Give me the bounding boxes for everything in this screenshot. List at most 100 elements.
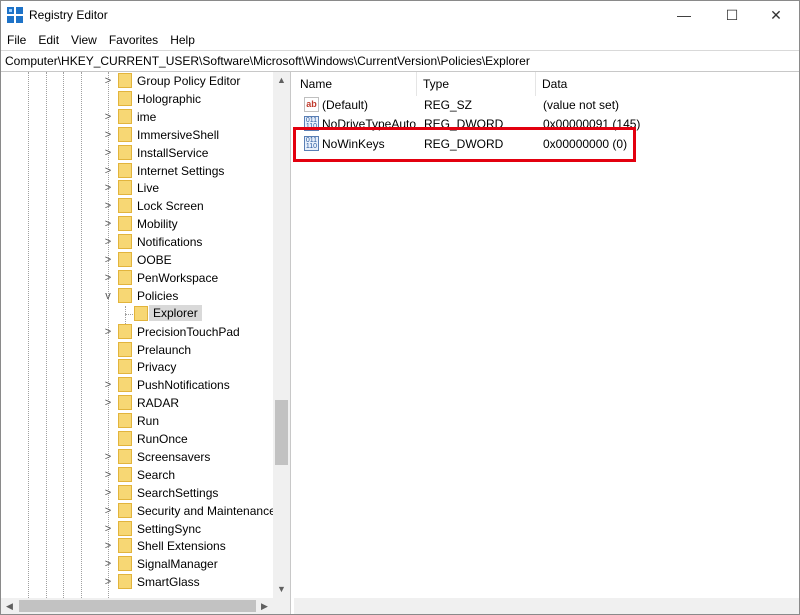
title-bar: Registry Editor — ☐ ✕ bbox=[1, 1, 799, 29]
tree-vertical-scrollbar[interactable]: ▲ ▼ bbox=[273, 72, 290, 598]
address-bar[interactable]: Computer\HKEY_CURRENT_USER\Software\Micr… bbox=[1, 50, 799, 72]
column-header-type[interactable]: Type bbox=[417, 72, 536, 96]
window-title: Registry Editor bbox=[29, 8, 108, 22]
folder-icon bbox=[118, 234, 132, 250]
chevron-right-icon[interactable]: > bbox=[103, 576, 113, 588]
chevron-right-icon[interactable]: > bbox=[103, 505, 113, 517]
tree-item[interactable]: Privacy bbox=[1, 358, 273, 376]
chevron-right-icon[interactable]: > bbox=[103, 397, 113, 409]
tree-item[interactable]: RunOnce bbox=[1, 430, 273, 448]
tree-item[interactable]: Explorer bbox=[1, 304, 273, 323]
tree-item[interactable]: > Live bbox=[1, 179, 273, 197]
tree-item[interactable]: > PushNotifications bbox=[1, 376, 273, 394]
tree-item[interactable]: Holographic bbox=[1, 90, 273, 108]
value-data: (value not set) bbox=[543, 98, 620, 112]
scroll-right-icon[interactable]: ▶ bbox=[256, 598, 273, 614]
tree-item-label: SmartGlass bbox=[137, 575, 200, 590]
tree-item[interactable]: > Search bbox=[1, 466, 273, 484]
tree-item[interactable]: > Internet Settings bbox=[1, 162, 273, 180]
column-header-name[interactable]: Name bbox=[294, 72, 417, 96]
chevron-right-icon[interactable]: > bbox=[103, 326, 113, 338]
maximize-button[interactable]: ☐ bbox=[709, 1, 755, 29]
tree-item[interactable]: > Lock Screen bbox=[1, 197, 273, 215]
chevron-right-icon[interactable]: > bbox=[103, 218, 113, 230]
chevron-right-icon[interactable]: > bbox=[103, 487, 113, 499]
chevron-right-icon[interactable]: > bbox=[103, 75, 113, 87]
folder-icon bbox=[118, 431, 132, 446]
tree-scroll-thumb[interactable] bbox=[275, 400, 288, 465]
tree-item[interactable]: > Mobility bbox=[1, 215, 273, 233]
tree-item[interactable]: Run bbox=[1, 412, 273, 430]
scroll-up-icon[interactable]: ▲ bbox=[273, 72, 290, 89]
tree-item[interactable]: > SignalManager bbox=[1, 555, 273, 573]
chevron-right-icon[interactable]: > bbox=[103, 523, 113, 535]
tree-item-label: Screensavers bbox=[137, 449, 211, 464]
tree-item[interactable]: > SmartGlass bbox=[1, 573, 273, 591]
scroll-down-icon[interactable]: ▼ bbox=[273, 581, 290, 598]
list-horizontal-scrollbar[interactable] bbox=[294, 598, 799, 614]
registry-editor-icon bbox=[7, 7, 23, 23]
folder-icon bbox=[118, 484, 132, 500]
tree-item[interactable]: > SettingSync bbox=[1, 520, 273, 538]
chevron-right-icon[interactable]: > bbox=[103, 200, 113, 212]
chevron-right-icon[interactable]: > bbox=[103, 558, 113, 570]
tree-item[interactable]: > Shell Extensions bbox=[1, 537, 273, 555]
chevron-right-icon[interactable]: > bbox=[103, 147, 113, 159]
chevron-right-icon[interactable]: > bbox=[103, 379, 113, 391]
chevron-right-icon[interactable]: > bbox=[103, 272, 113, 284]
tree-item-label: Mobility bbox=[137, 217, 178, 232]
chevron-right-icon[interactable]: > bbox=[103, 540, 113, 552]
tree-hscroll-thumb[interactable] bbox=[19, 600, 256, 612]
tree-item[interactable]: > PenWorkspace bbox=[1, 269, 273, 287]
tree-item[interactable]: > ImmersiveShell bbox=[1, 126, 273, 144]
chevron-right-icon[interactable]: > bbox=[103, 182, 113, 194]
tree-item[interactable]: > Notifications bbox=[1, 233, 273, 251]
menu-favorites[interactable]: Favorites bbox=[103, 29, 164, 49]
address-path[interactable]: Computer\HKEY_CURRENT_USER\Software\Micr… bbox=[5, 54, 530, 68]
chevron-down-icon[interactable]: v bbox=[103, 290, 113, 302]
tree-item[interactable]: > PrecisionTouchPad bbox=[1, 323, 273, 341]
tree-item[interactable]: > Group Policy Editor bbox=[1, 72, 273, 90]
tree-item[interactable]: > ime bbox=[1, 108, 273, 126]
tree-item[interactable]: v Policies bbox=[1, 287, 273, 305]
column-header-data[interactable]: Data bbox=[536, 72, 799, 96]
tree-item[interactable]: > SearchSettings bbox=[1, 484, 273, 502]
menu-help[interactable]: Help bbox=[164, 29, 201, 49]
chevron-right-icon[interactable]: > bbox=[103, 451, 113, 463]
value-type: REG_SZ bbox=[424, 98, 473, 112]
menu-file[interactable]: File bbox=[1, 29, 32, 49]
minimize-button[interactable]: — bbox=[661, 1, 707, 29]
tree-horizontal-scrollbar[interactable]: ◀ ▶ bbox=[1, 598, 290, 614]
chevron-right-icon[interactable]: > bbox=[103, 111, 113, 123]
key-tree-pane: > Group Policy Editor Holographic > ime > Imme… bbox=[1, 72, 291, 614]
string-value-icon: ab bbox=[304, 97, 319, 112]
tree-item-label: PenWorkspace bbox=[137, 270, 219, 285]
folder-icon bbox=[118, 126, 132, 142]
menu-edit[interactable]: Edit bbox=[32, 29, 65, 49]
tree-item[interactable]: Prelaunch bbox=[1, 341, 273, 359]
scroll-left-icon[interactable]: ◀ bbox=[1, 598, 18, 614]
value-row[interactable]: ab (Default) REG_SZ (value not set) bbox=[294, 96, 799, 115]
chevron-right-icon[interactable]: > bbox=[103, 254, 113, 266]
chevron-right-icon[interactable]: > bbox=[103, 469, 113, 481]
tree-item[interactable]: > Security and Maintenance bbox=[1, 502, 276, 520]
tree-item-label: Policies bbox=[137, 288, 179, 303]
close-button[interactable]: ✕ bbox=[753, 1, 799, 29]
chevron-right-icon[interactable]: > bbox=[103, 165, 113, 177]
tree-item-label: Live bbox=[137, 181, 160, 196]
tree-item[interactable]: > RADAR bbox=[1, 394, 273, 412]
tree-item-label: ime bbox=[137, 109, 157, 124]
value-name: (Default) bbox=[322, 98, 369, 112]
tree-item[interactable]: > InstallService bbox=[1, 144, 273, 162]
menu-view[interactable]: View bbox=[65, 29, 103, 49]
folder-icon bbox=[118, 556, 132, 572]
chevron-right-icon[interactable]: > bbox=[103, 129, 113, 141]
chevron-right-icon[interactable]: > bbox=[103, 236, 113, 248]
folder-icon bbox=[118, 90, 132, 106]
tree-item[interactable]: > Screensavers bbox=[1, 448, 273, 466]
tree-item-label: OOBE bbox=[137, 253, 172, 267]
folder-icon bbox=[118, 395, 132, 411]
tree-item[interactable]: > OOBE bbox=[1, 251, 273, 269]
tree-item-label: Lock Screen bbox=[137, 199, 204, 214]
